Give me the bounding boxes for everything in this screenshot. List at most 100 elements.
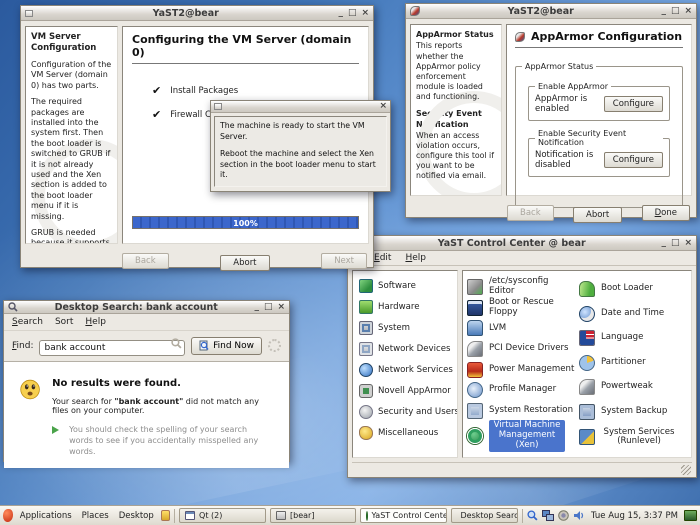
beagle-search-tray-icon[interactable]	[527, 510, 538, 521]
maximize-icon[interactable]: □	[671, 7, 680, 16]
module-pci-device-drivers[interactable]: PCI Device Drivers	[467, 339, 575, 360]
menu-search[interactable]: Search	[12, 317, 43, 327]
sidebar-item-network-devices[interactable]: Network Devices	[355, 338, 455, 359]
menu-edit[interactable]: Edit	[374, 253, 391, 263]
maximize-icon[interactable]: □	[264, 303, 273, 312]
search-input[interactable]	[39, 340, 185, 356]
system-icon	[359, 321, 373, 335]
module-lvm[interactable]: LVM	[467, 318, 575, 339]
aa-main-panel: AppArmor Configuration AppArmor Status E…	[506, 24, 692, 196]
next-button[interactable]: Next	[321, 253, 367, 269]
sidebar-item-miscellaneous[interactable]: Miscellaneous	[355, 422, 455, 443]
module-date-time[interactable]: Date and Time	[579, 301, 687, 325]
minimize-icon[interactable]: _	[661, 7, 666, 16]
clock[interactable]: Tue Aug 15, 3:37 PM	[589, 511, 680, 521]
task-yast-control-center[interactable]: YaST Control Center @ bear	[360, 508, 447, 523]
task-bear[interactable]: [bear]	[270, 508, 356, 523]
module-etc-sysconfig-editor[interactable]: /etc/sysconfig Editor	[467, 277, 575, 298]
cc-body: Software Hardware System Network Devices…	[348, 266, 696, 462]
vm-window-controls: _ □ ×	[338, 9, 369, 18]
vm-titlebar[interactable]: YaST2@bear _□×	[21, 6, 373, 21]
cc-titlebar[interactable]: YaST Control Center @ bear _□×	[348, 236, 696, 251]
yast-icon	[366, 511, 368, 521]
sidebar-item-software[interactable]: Software	[355, 275, 455, 296]
sidebar-item-security-users[interactable]: Security and Users	[355, 401, 455, 422]
aa-body: AppArmor Status This reports whether the…	[406, 19, 696, 199]
configure-notification-button[interactable]: Configure	[604, 152, 663, 168]
search-box	[39, 335, 185, 356]
aa-window-controls: _ □ ×	[661, 7, 692, 16]
cc-menubar: Edit Help	[348, 251, 696, 266]
menu-sort[interactable]: Sort	[55, 317, 73, 327]
aa-help-text-1: This reports whether the AppArmor policy…	[416, 41, 496, 102]
suse-menu-icon[interactable]	[3, 509, 13, 522]
close-icon[interactable]: ×	[277, 303, 285, 312]
back-button[interactable]: Back	[122, 253, 169, 269]
sidebar-item-novell-apparmor[interactable]: Novell AppArmor	[355, 380, 455, 401]
enable-notification-group: Enable Security Event Notification Notif…	[528, 129, 670, 177]
ds-titlebar[interactable]: Desktop Search: bank account _□×	[4, 301, 289, 314]
menu-help[interactable]: Help	[85, 317, 106, 327]
aa-help-text-2: When an access violation occurs, configu…	[416, 131, 496, 182]
module-powertweak[interactable]: Powertweak	[579, 375, 687, 399]
find-now-button[interactable]: Find Now	[191, 337, 262, 355]
module-boot-rescue-floppy[interactable]: Boot or Rescue Floppy	[467, 298, 575, 319]
network-tray-icon[interactable]	[542, 510, 554, 521]
software-icon	[359, 279, 373, 293]
module-profile-manager[interactable]: Profile Manager	[467, 380, 575, 401]
back-button[interactable]: Back	[507, 205, 554, 221]
done-button[interactable]: Done	[642, 205, 690, 221]
close-icon[interactable]: ×	[379, 102, 387, 111]
network-devices-icon	[359, 342, 373, 356]
module-partitioner[interactable]: Partitioner	[579, 350, 687, 374]
aa-titlebar[interactable]: YaST2@bear _□×	[406, 4, 696, 19]
minimize-icon[interactable]: _	[254, 303, 259, 312]
volume-tray-icon[interactable]	[573, 510, 585, 521]
resize-grip[interactable]	[681, 465, 691, 475]
abort-button[interactable]: Abort	[220, 255, 269, 271]
minimize-icon[interactable]: _	[661, 239, 666, 248]
desktop-menu[interactable]: Desktop	[116, 511, 157, 521]
progress-bar: 100%	[132, 216, 359, 229]
ds-window-controls: _ □ ×	[254, 303, 285, 312]
search-icon	[8, 302, 18, 312]
maximize-icon[interactable]: □	[671, 239, 680, 248]
notification-status-text: Notification is disabled	[535, 150, 598, 170]
minimize-icon[interactable]: _	[338, 9, 343, 18]
task-desktop-search[interactable]: Desktop Search: bank acc...	[451, 508, 519, 523]
apparmor-window: YaST2@bear _□× AppArmor Status This repo…	[405, 3, 697, 218]
module-language[interactable]: Language	[579, 326, 687, 350]
menu-help[interactable]: Help	[405, 253, 426, 263]
launcher-icon[interactable]	[161, 510, 171, 521]
configure-apparmor-button[interactable]: Configure	[604, 96, 663, 112]
sidebar-item-network-services[interactable]: Network Services	[355, 359, 455, 380]
no-results-heading: No results were found.	[52, 378, 277, 389]
sidebar-item-hardware[interactable]: Hardware	[355, 296, 455, 317]
display-settings-icon[interactable]	[684, 510, 697, 521]
module-virtual-machine-management[interactable]: Virtual Machine Management (Xen)	[467, 421, 575, 451]
close-icon[interactable]: ×	[361, 9, 369, 18]
close-icon[interactable]: ×	[684, 7, 692, 16]
profile-manager-icon	[467, 382, 483, 398]
applications-menu[interactable]: Applications	[17, 511, 75, 521]
module-system-backup[interactable]: System Backup	[579, 399, 687, 423]
xen-icon	[467, 428, 483, 444]
find-label: Find:	[12, 341, 33, 351]
task-qt-group[interactable]: Qt (2)	[179, 508, 266, 523]
ds-toolbar: Find: Find Now	[4, 331, 289, 361]
ds-menubar: Search Sort Help	[4, 314, 289, 331]
module-system-restoration[interactable]: System Restoration	[467, 400, 575, 421]
sidebar-item-system[interactable]: System	[355, 317, 455, 338]
dialog-titlebar[interactable]: ×	[211, 101, 390, 113]
module-boot-loader[interactable]: Boot Loader	[579, 277, 687, 301]
module-system-services[interactable]: System Services (Runlevel)	[579, 424, 687, 451]
updater-tray-icon[interactable]	[558, 510, 569, 521]
close-icon[interactable]: ×	[684, 239, 692, 248]
places-menu[interactable]: Places	[79, 511, 112, 521]
aa-help-heading-2: Security Event Notification	[416, 109, 496, 130]
module-power-management[interactable]: Power Management	[467, 359, 575, 380]
maximize-icon[interactable]: □	[348, 9, 357, 18]
security-users-icon	[359, 405, 373, 419]
abort-button[interactable]: Abort	[573, 207, 622, 223]
cc-module-list: /etc/sysconfig Editor Boot or Rescue Flo…	[462, 270, 692, 458]
